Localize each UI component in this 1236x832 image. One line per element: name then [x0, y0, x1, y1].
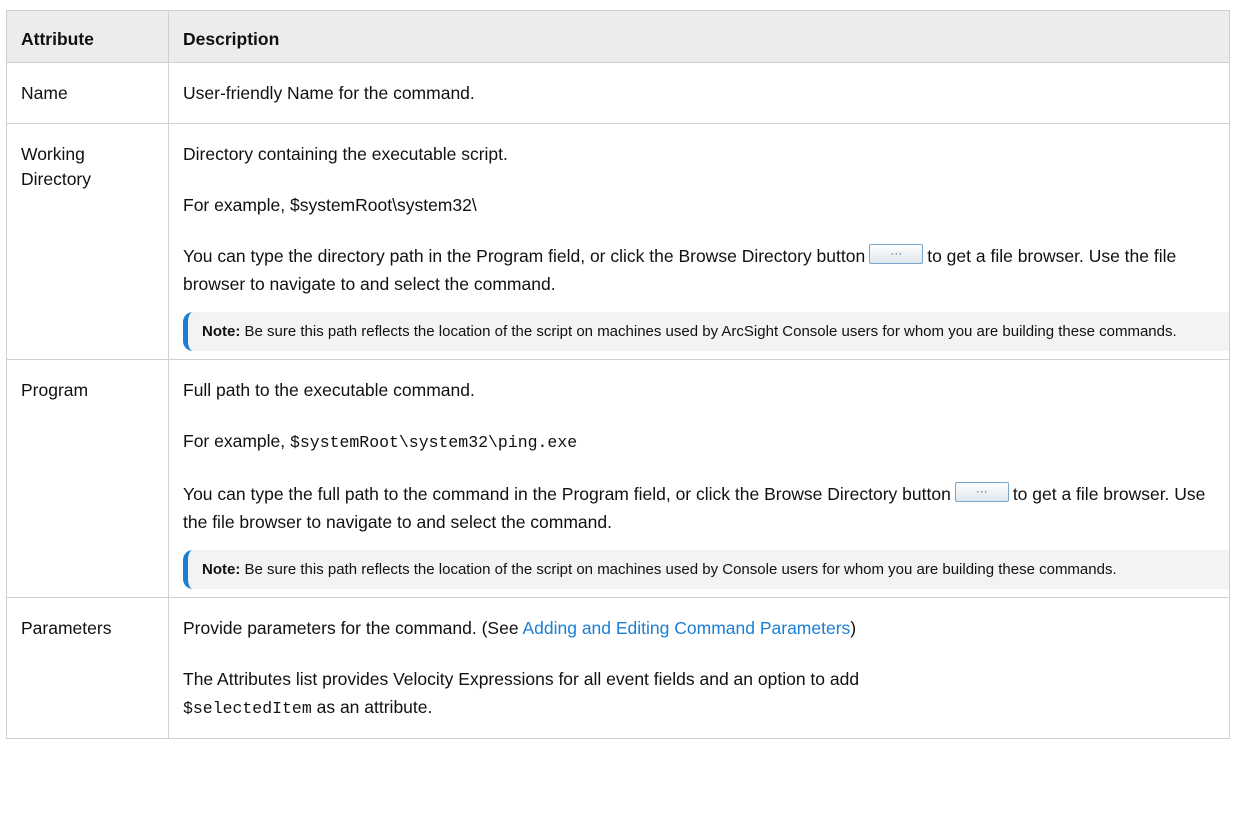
- table-row: Working Directory Directory containing t…: [6, 122, 1230, 361]
- ellipsis-icon: ···: [975, 484, 988, 499]
- example-code: $systemRoot\system32\ping.exe: [289, 433, 578, 453]
- note-callout: Note: Be sure this path reflects the loc…: [183, 549, 1229, 589]
- description-cell: Full path to the executable command. For…: [168, 359, 1230, 598]
- description-text: Full path to the executable command.: [183, 380, 475, 401]
- selected-item-code: $selectedItem: [183, 698, 312, 718]
- browse-directory-button[interactable]: ···: [869, 244, 924, 265]
- note-text: Be sure this path reflects the location …: [244, 323, 1177, 340]
- description-text-part: You can type the full path to the comman…: [183, 483, 951, 504]
- table-row: Name User-friendly Name for the command.: [6, 62, 1230, 124]
- attribute-cell: Name: [6, 62, 169, 124]
- description-text-part: You can type the directory path in the P…: [183, 246, 737, 266]
- description-text-part: Directory button: [741, 246, 866, 266]
- attributes-table: Attribute Description Name User-friendly…: [6, 10, 1230, 740]
- table-row: Program Full path to the executable comm…: [6, 359, 1230, 598]
- description-text-part: Provide parameters for the command. (See: [183, 617, 523, 638]
- note-callout: Note: Be sure this path reflects the loc…: [183, 312, 1229, 352]
- browse-directory-button[interactable]: ···: [954, 482, 1009, 503]
- example-text: For example, $systemRoot\system32\: [183, 195, 477, 215]
- description-text: User-friendly Name for the command.: [183, 83, 475, 103]
- header-attribute: Attribute: [6, 10, 169, 63]
- description-cell: User-friendly Name for the command.: [168, 62, 1230, 124]
- attribute-cell: Program: [6, 359, 169, 598]
- table-row: Parameters Provide parameters for the co…: [6, 596, 1230, 740]
- attribute-cell: Working Directory: [6, 122, 169, 361]
- note-label: Note:: [202, 323, 241, 340]
- description-text: The Attributes list provides Velocity Ex…: [183, 650, 1229, 730]
- description-text-part: The Attributes list provides Velocity Ex…: [183, 668, 860, 689]
- description-text: You can type the directory path in the P…: [183, 227, 1229, 306]
- example-text: For example, $systemRoot\system32\ping.e…: [183, 412, 1229, 464]
- note-label: Note:: [202, 560, 241, 578]
- note-text: Be sure this path reflects the location …: [244, 560, 1117, 578]
- attribute-cell: Parameters: [6, 596, 169, 740]
- description-text: Provide parameters for the command. (See…: [183, 598, 1229, 650]
- description-text-part: as an attribute.: [311, 696, 433, 717]
- ellipsis-icon: ···: [890, 246, 903, 261]
- command-parameters-link[interactable]: Adding and Editing Command Parameters: [522, 618, 850, 638]
- header-description: Description: [168, 10, 1230, 63]
- example-prefix: For example,: [183, 431, 290, 452]
- description-text: You can type the full path to the comman…: [183, 465, 1229, 544]
- description-cell: Directory containing the executable scri…: [168, 122, 1230, 361]
- table-header-row: Attribute Description: [6, 10, 1230, 63]
- description-cell: Provide parameters for the command. (See…: [168, 596, 1230, 740]
- description-text: Directory containing the executable scri…: [183, 144, 508, 164]
- description-text-part: ): [850, 617, 857, 638]
